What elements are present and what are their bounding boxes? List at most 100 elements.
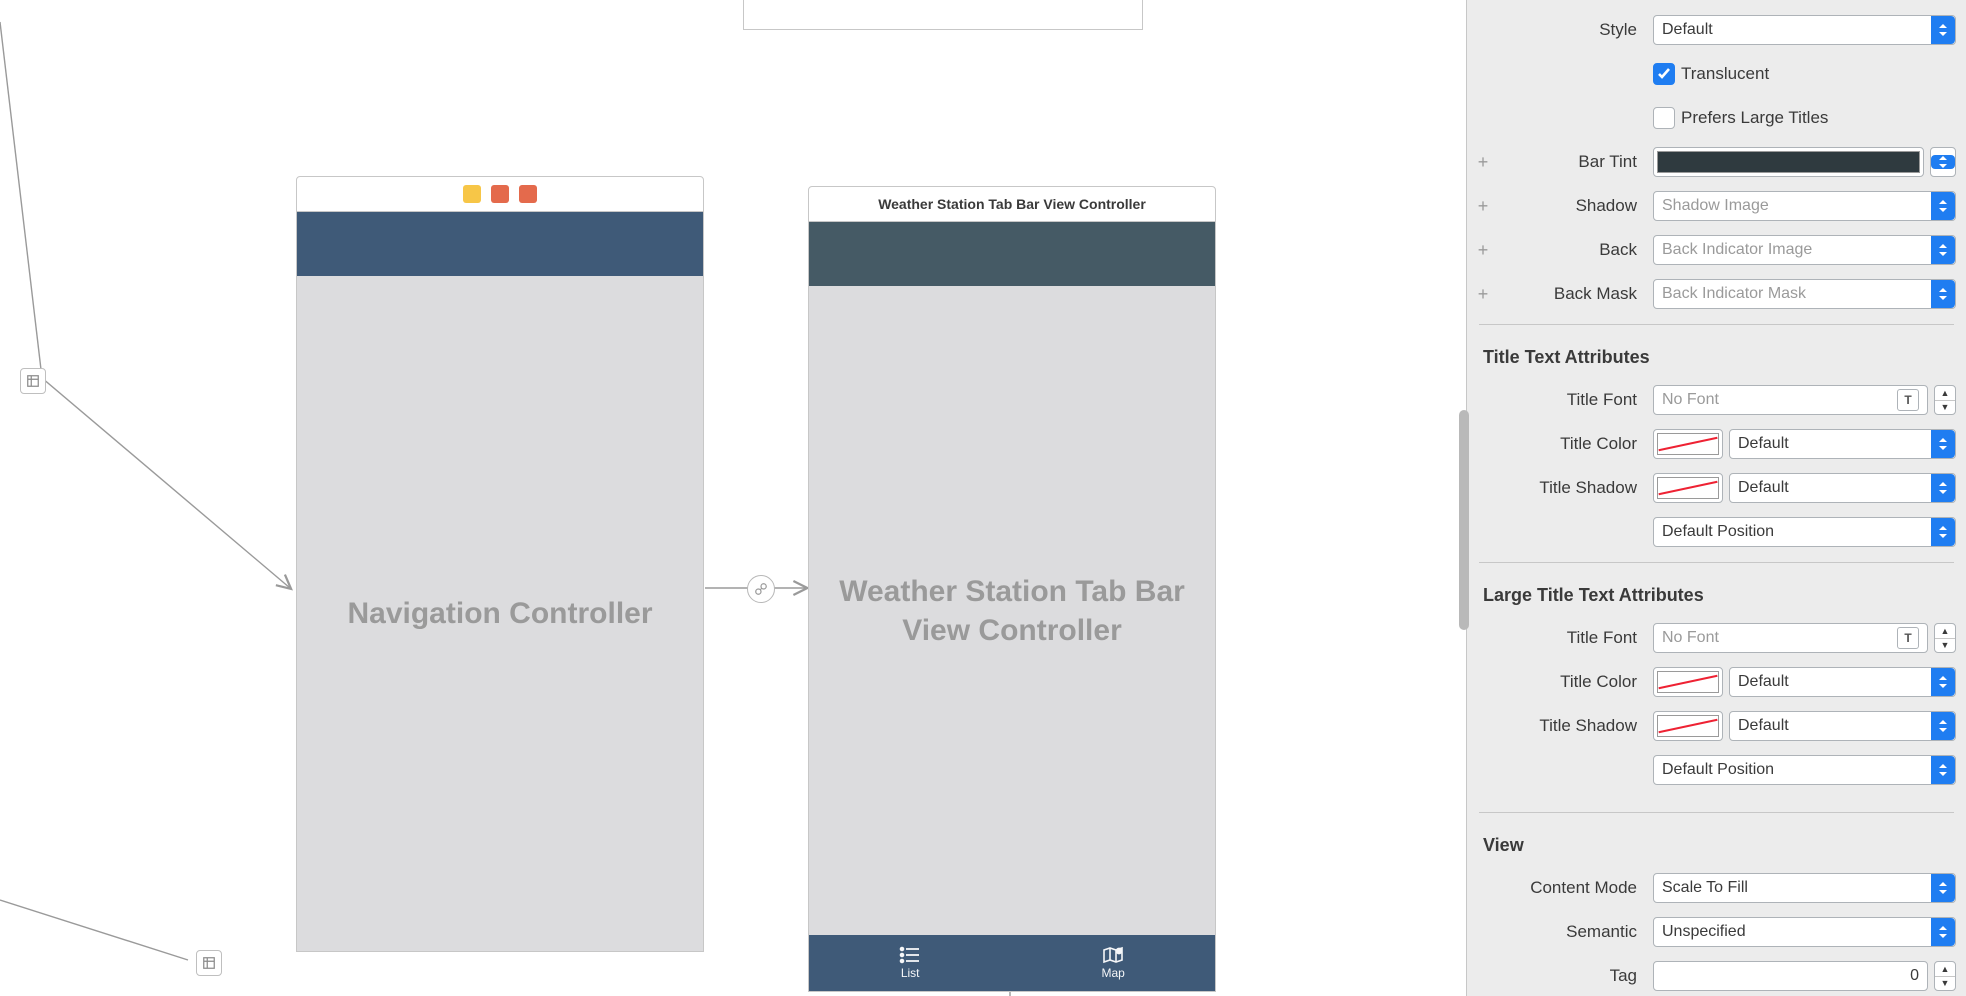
large-title-font-field[interactable]: No Font T bbox=[1653, 623, 1928, 653]
no-color-icon bbox=[1657, 477, 1719, 499]
style-select[interactable]: Default bbox=[1653, 15, 1956, 45]
tab-item-list[interactable]: List bbox=[899, 946, 921, 980]
canvas-scrollbar-thumb[interactable] bbox=[1459, 410, 1469, 630]
row-content-mode: Content Mode Scale To Fill bbox=[1467, 866, 1966, 910]
chevron-updown-icon bbox=[1931, 236, 1955, 264]
add-attribute-button[interactable]: + bbox=[1473, 284, 1493, 305]
semantic-select[interactable]: Unspecified bbox=[1653, 917, 1956, 947]
navigation-bar[interactable] bbox=[297, 212, 703, 276]
section-large-title-text-attrs: Large Title Text Attributes bbox=[1467, 571, 1966, 616]
first-responder-icon bbox=[463, 185, 481, 203]
add-attribute-button[interactable]: + bbox=[1473, 196, 1493, 217]
large-title-shadow-well[interactable] bbox=[1653, 711, 1723, 741]
row-title-shadow-position: Default Position bbox=[1467, 510, 1966, 554]
chevron-updown-icon bbox=[1931, 756, 1955, 784]
title-font-stepper[interactable]: ▲▼ bbox=[1934, 385, 1956, 415]
chevron-updown-icon bbox=[1931, 430, 1955, 458]
label-bar-tint: Bar Tint bbox=[1503, 152, 1643, 172]
large-title-font-stepper[interactable]: ▲▼ bbox=[1934, 623, 1956, 653]
segue-icon[interactable] bbox=[747, 575, 775, 603]
label-tag: Tag bbox=[1503, 966, 1643, 986]
prefers-large-titles-checkbox[interactable] bbox=[1653, 107, 1675, 129]
back-mask-select[interactable]: Back Indicator Mask bbox=[1653, 279, 1956, 309]
label-large-title-color: Title Color bbox=[1503, 672, 1643, 692]
row-style: Style Default bbox=[1467, 8, 1966, 52]
row-shadow: + Shadow Shadow Image bbox=[1467, 184, 1966, 228]
chevron-updown-icon bbox=[1931, 712, 1955, 740]
separator bbox=[1479, 812, 1954, 813]
scene-body[interactable]: Navigation Controller bbox=[296, 212, 704, 952]
scene-title-bar[interactable]: Weather Station Tab Bar View Controller bbox=[808, 186, 1216, 222]
font-picker-icon[interactable]: T bbox=[1897, 627, 1919, 649]
content-mode-select[interactable]: Scale To Fill bbox=[1653, 873, 1956, 903]
large-title-color-select[interactable]: Default bbox=[1729, 667, 1956, 697]
row-back-mask: + Back Mask Back Indicator Mask bbox=[1467, 272, 1966, 316]
row-large-title-shadow-position: Default Position bbox=[1467, 748, 1966, 792]
row-large-title-shadow: Title Shadow Default bbox=[1467, 704, 1966, 748]
chevron-updown-icon bbox=[1931, 474, 1955, 502]
storyboard-canvas[interactable]: Navigation Controller Weather Station Ta… bbox=[0, 0, 1466, 996]
separator bbox=[1479, 562, 1954, 563]
scene-body[interactable]: Weather Station Tab BarView Controller L… bbox=[808, 222, 1216, 992]
scene-weather-station-tabbar[interactable]: Weather Station Tab Bar View Controller … bbox=[808, 186, 1216, 992]
exit-proxy-icon[interactable] bbox=[196, 950, 222, 976]
add-attribute-button[interactable]: + bbox=[1473, 240, 1493, 261]
chevron-updown-icon bbox=[1931, 280, 1955, 308]
navigation-bar[interactable] bbox=[809, 222, 1215, 286]
scene-title-label: Weather Station Tab Bar View Controller bbox=[878, 196, 1146, 212]
label-title-shadow: Title Shadow bbox=[1503, 478, 1643, 498]
large-title-color-well[interactable] bbox=[1653, 667, 1723, 697]
row-translucent: Translucent bbox=[1467, 52, 1966, 96]
add-attribute-button[interactable]: + bbox=[1473, 152, 1493, 173]
scene-placeholder-label: Navigation Controller bbox=[297, 276, 703, 951]
large-title-shadow-select[interactable]: Default bbox=[1729, 711, 1956, 741]
title-color-well[interactable] bbox=[1653, 429, 1723, 459]
chevron-updown-icon bbox=[1931, 874, 1955, 902]
connector-lines bbox=[0, 0, 1466, 996]
label-semantic: Semantic bbox=[1503, 922, 1643, 942]
row-large-title-font: Title Font No Font T ▲▼ bbox=[1467, 616, 1966, 660]
title-shadow-position-select[interactable]: Default Position bbox=[1653, 517, 1956, 547]
chevron-updown-icon bbox=[1931, 16, 1955, 44]
row-tag: Tag 0 ▲▼ bbox=[1467, 954, 1966, 996]
label-back-mask: Back Mask bbox=[1503, 284, 1643, 304]
row-back: + Back Back Indicator Image bbox=[1467, 228, 1966, 272]
chevron-updown-icon bbox=[1931, 518, 1955, 546]
label-style: Style bbox=[1503, 20, 1643, 40]
tab-bar[interactable]: List Map bbox=[809, 935, 1215, 991]
bar-tint-menu[interactable] bbox=[1930, 147, 1956, 177]
attributes-inspector[interactable]: Style Default Translucent Prefers Large … bbox=[1466, 0, 1966, 996]
label-shadow: Shadow bbox=[1503, 196, 1643, 216]
chevron-updown-icon bbox=[1931, 155, 1955, 169]
separator bbox=[1479, 324, 1954, 325]
label-title-font: Title Font bbox=[1503, 390, 1643, 410]
translucent-checkbox[interactable] bbox=[1653, 63, 1675, 85]
large-title-shadow-position-select[interactable]: Default Position bbox=[1653, 755, 1956, 785]
bar-tint-color-well[interactable] bbox=[1653, 147, 1924, 177]
shadow-image-select[interactable]: Shadow Image bbox=[1653, 191, 1956, 221]
row-title-shadow: Title Shadow Default bbox=[1467, 466, 1966, 510]
chevron-updown-icon bbox=[1931, 668, 1955, 696]
tab-item-map[interactable]: Map bbox=[1101, 946, 1124, 980]
partial-scene-top[interactable] bbox=[743, 0, 1143, 30]
label-content-mode: Content Mode bbox=[1503, 878, 1643, 898]
back-indicator-select[interactable]: Back Indicator Image bbox=[1653, 235, 1956, 265]
tag-stepper[interactable]: ▲▼ bbox=[1934, 961, 1956, 991]
font-picker-icon[interactable]: T bbox=[1897, 389, 1919, 411]
map-icon bbox=[1102, 946, 1124, 964]
title-color-select[interactable]: Default bbox=[1729, 429, 1956, 459]
chevron-updown-icon bbox=[1931, 918, 1955, 946]
row-semantic: Semantic Unspecified bbox=[1467, 910, 1966, 954]
title-shadow-well[interactable] bbox=[1653, 473, 1723, 503]
scene-title-bar[interactable] bbox=[296, 176, 704, 212]
title-shadow-select[interactable]: Default bbox=[1729, 473, 1956, 503]
section-view: View bbox=[1467, 821, 1966, 866]
tab-item-label: Map bbox=[1101, 966, 1124, 980]
scene-navigation-controller[interactable]: Navigation Controller bbox=[296, 176, 704, 952]
tag-input[interactable]: 0 bbox=[1653, 961, 1928, 991]
title-font-field[interactable]: No Font T bbox=[1653, 385, 1928, 415]
section-title-text-attrs: Title Text Attributes bbox=[1467, 333, 1966, 378]
exit-proxy-icon[interactable] bbox=[20, 368, 46, 394]
color-swatch-icon bbox=[1657, 151, 1920, 173]
label-title-color: Title Color bbox=[1503, 434, 1643, 454]
